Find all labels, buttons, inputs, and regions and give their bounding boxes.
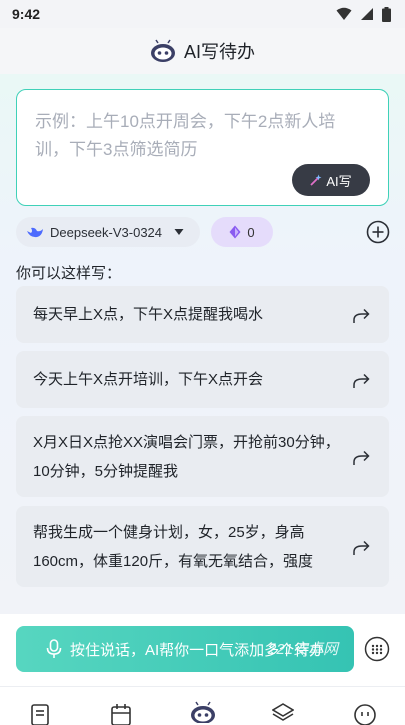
model-name: Deepseek-V3-0324 (50, 224, 163, 240)
wifi-icon (336, 7, 352, 20)
keyboard-icon[interactable] (364, 636, 390, 662)
bottom-navigation (0, 686, 405, 725)
example-suggestion[interactable]: 每天早上X点，下午X点提醒我喝水 (16, 286, 389, 343)
insert-arrow-icon[interactable] (351, 370, 371, 390)
page-title: AI写待办 (183, 42, 255, 62)
status-bar: 9:42 (0, 0, 405, 28)
add-circle-icon[interactable] (366, 220, 390, 244)
insert-arrow-icon[interactable] (351, 447, 371, 467)
ai-write-button[interactable]: AI写 (292, 164, 370, 196)
examples-title: 你可以这样写： (16, 265, 122, 282)
battery-icon (382, 6, 391, 22)
insert-arrow-icon[interactable] (351, 537, 371, 557)
chevron-down-icon (174, 229, 184, 235)
example-text: 帮我生成一个健身计划，女，25岁，身高160cm，体重120斤，有氧无氧结合，强… (33, 523, 314, 570)
robot-mascot-icon (150, 39, 175, 62)
token-balance-pill[interactable]: 0 (211, 217, 273, 247)
example-text: X月X日X点抢XX演唱会门票，开抢前30分钟，10分钟，5分钟提醒我 (33, 433, 340, 480)
microphone-icon (46, 639, 62, 658)
gem-icon (229, 225, 241, 239)
document-list-icon[interactable] (29, 703, 51, 725)
example-text: 今天上午X点开培训，下午X点开会 (33, 371, 264, 388)
ai-write-label: AI写 (326, 173, 352, 189)
example-text: 每天早上X点，下午X点提醒我喝水 (33, 306, 264, 323)
deepseek-whale-icon (27, 227, 43, 238)
magic-wand-icon (310, 174, 322, 186)
example-suggestion[interactable]: X月X日X点抢XX演唱会门票，开抢前30分钟，10分钟，5分钟提醒我 (16, 416, 389, 497)
todo-text-input[interactable]: 示例：上午10点开周会，下午2点新人培训，下午3点筛选简历 AI写 (16, 89, 389, 206)
status-icons (336, 6, 391, 22)
example-suggestion[interactable]: 今天上午X点开培训，下午X点开会 (16, 351, 389, 408)
layers-icon[interactable] (272, 703, 294, 725)
status-time: 9:42 (12, 6, 41, 22)
example-suggestion[interactable]: 帮我生成一个健身计划，女，25岁，身高160cm，体重120斤，有氧无氧结合，强… (16, 506, 389, 587)
input-placeholder: 示例：上午10点开周会，下午2点新人培训，下午3点筛选简历 (35, 112, 336, 159)
profile-face-icon[interactable] (354, 703, 376, 725)
watermark-text: 221安卓网 (268, 641, 339, 658)
calendar-icon[interactable] (110, 703, 132, 725)
insert-arrow-icon[interactable] (351, 305, 371, 325)
model-selector[interactable]: Deepseek-V3-0324 (16, 217, 200, 247)
token-count: 0 (247, 224, 255, 240)
app-header: AI写待办 (0, 28, 405, 74)
cellular-signal-icon (361, 8, 373, 20)
